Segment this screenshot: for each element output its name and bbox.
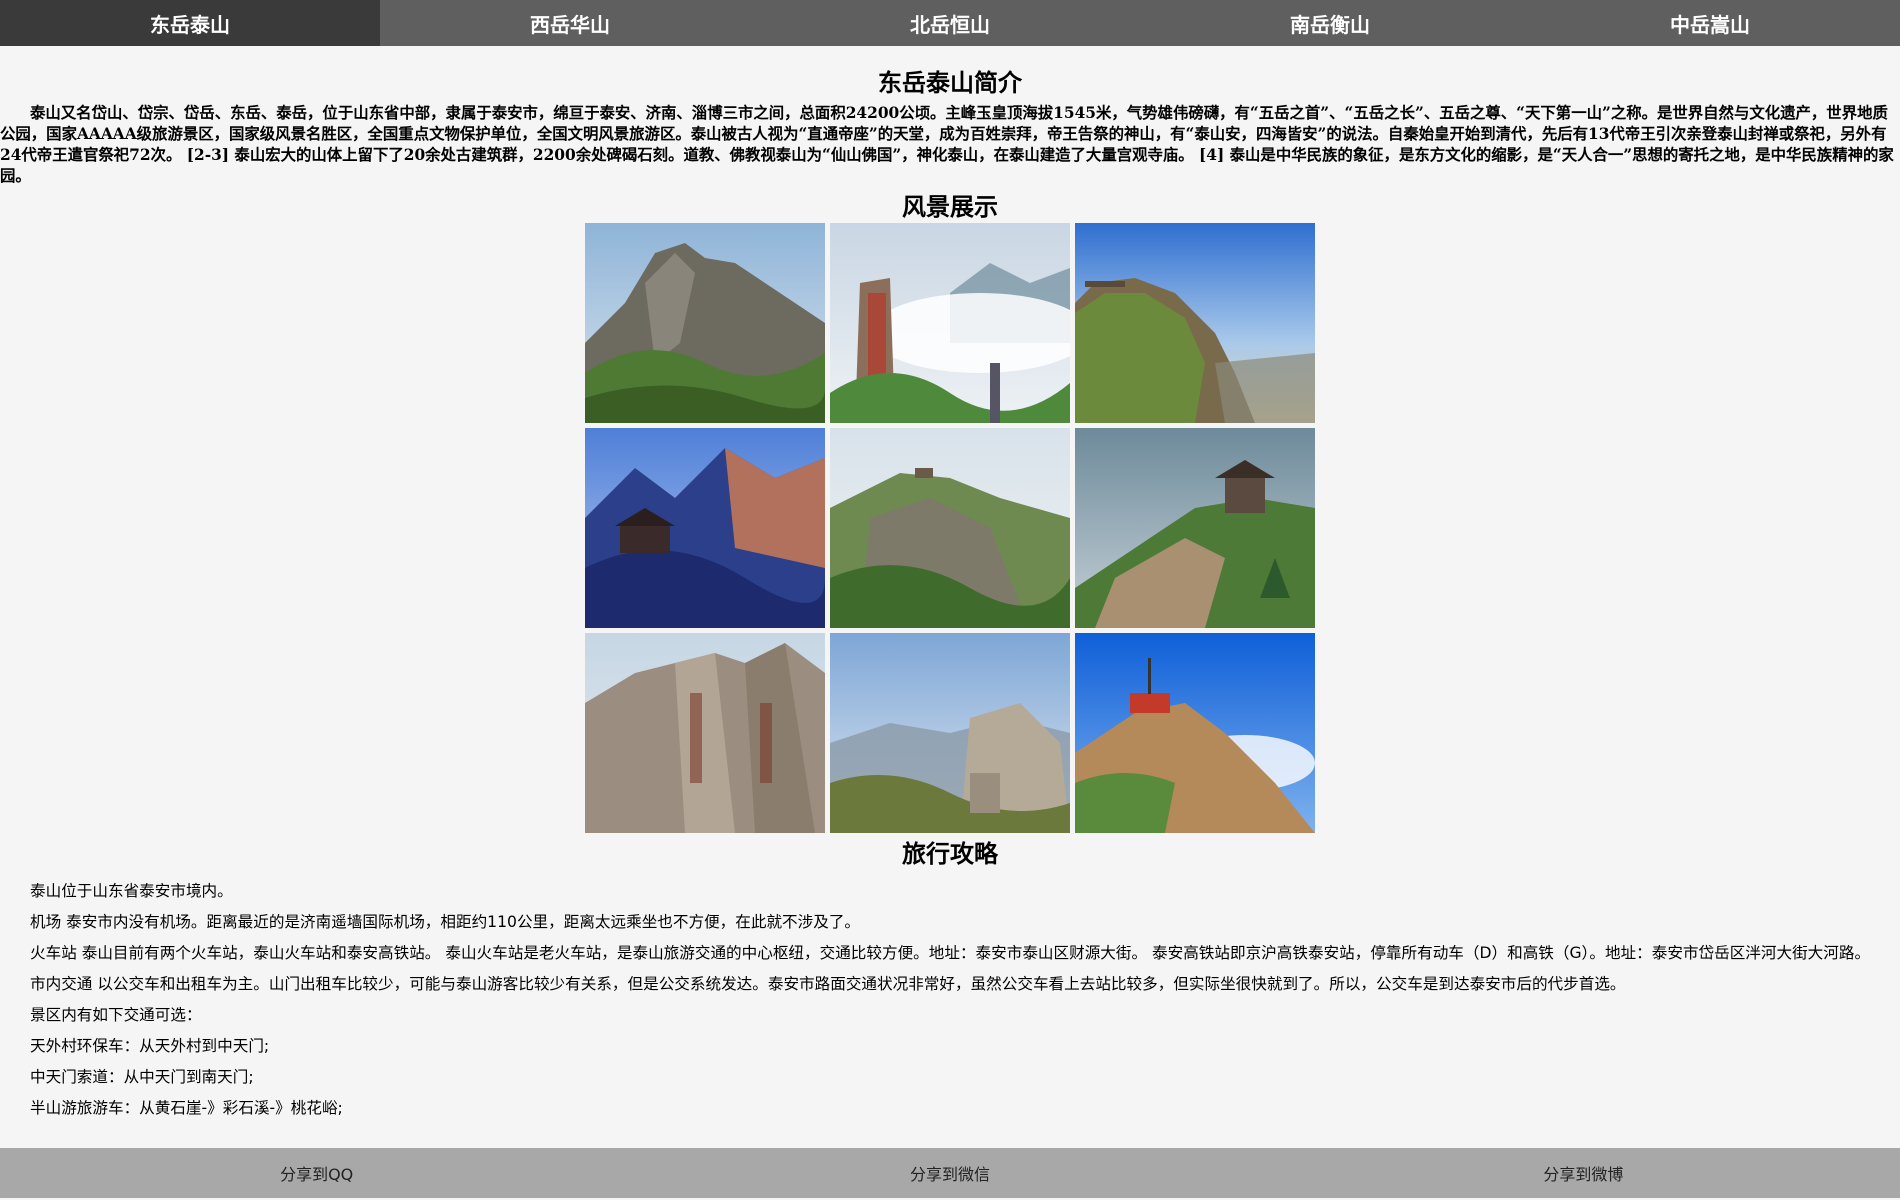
guide-paragraph: 机场 泰安市内没有机场。距离最近的是济南遥墙国际机场，相距约110公里，距离太远…	[30, 913, 861, 931]
travel-guide: 泰山位于山东省泰安市境内。 机场 泰安市内没有机场。距离最近的是济南遥墙国际机场…	[0, 881, 1900, 1118]
guide-paragraph: 半山游旅游车：从黄石崖-》彩石溪-》桃花峪;	[30, 1099, 343, 1117]
guide-paragraph: 泰山位于山东省泰安市境内。	[30, 882, 233, 900]
scenery-photo-clouds-rock	[830, 223, 1070, 423]
tab-zhongyue-songshan[interactable]: 中岳嵩山	[1520, 0, 1900, 46]
scenery-photo-rock-outcrop	[830, 633, 1070, 833]
guide-paragraph: 市内交通 以公交车和出租车为主。山门出租车比较少，可能与泰山游客比较少有关系，但…	[30, 975, 1626, 993]
share-weibo-button[interactable]: 分享到微博	[1267, 1148, 1900, 1198]
scenery-photo-gate-ridge	[1075, 428, 1315, 628]
scenery-photo-summit-overlook	[1075, 223, 1315, 423]
guide-paragraph: 火车站 泰山目前有两个火车站，泰山火车站和泰安高铁站。 泰山火车站是老火车站，是…	[30, 944, 1871, 962]
tab-nanyue-hengshan[interactable]: 南岳衡山	[1140, 0, 1520, 46]
intro-title: 东岳泰山简介	[878, 69, 1022, 97]
guide-title: 旅行攻略	[902, 840, 998, 868]
tab-dongyue-taishan[interactable]: 东岳泰山	[0, 0, 380, 46]
guide-paragraph: 景区内有如下交通可选：	[30, 1006, 202, 1024]
intro-text: 泰山又名岱山、岱宗、岱岳、东岳、泰岳，位于山东省中部，隶属于泰安市，绵亘于泰安、…	[0, 104, 1894, 185]
share-wechat-button[interactable]: 分享到微信	[633, 1148, 1266, 1198]
scenery-photo-temple-blue	[585, 428, 825, 628]
gallery-title: 风景展示	[902, 193, 998, 221]
scenery-photo-green-ridge	[830, 428, 1070, 628]
top-nav: 东岳泰山 西岳华山 北岳恒山 南岳衡山 中岳嵩山	[0, 0, 1900, 46]
scenery-photo-carved-cliffs	[585, 633, 825, 833]
share-qq-button[interactable]: 分享到QQ	[0, 1148, 633, 1198]
guide-paragraph: 天外村环保车：从天外村到中天门;	[30, 1037, 270, 1055]
guide-paragraph: 中天门索道：从中天门到南天门;	[30, 1068, 254, 1086]
photo-gallery	[585, 223, 1315, 833]
scenery-photo-station-blue	[1075, 633, 1315, 833]
scenery-photo-rocky-peak	[585, 223, 825, 423]
share-footer: 分享到QQ 分享到微信 分享到微博	[0, 1148, 1900, 1198]
tab-beiyue-hengshan[interactable]: 北岳恒山	[760, 0, 1140, 46]
tab-xiyue-huashan[interactable]: 西岳华山	[380, 0, 760, 46]
